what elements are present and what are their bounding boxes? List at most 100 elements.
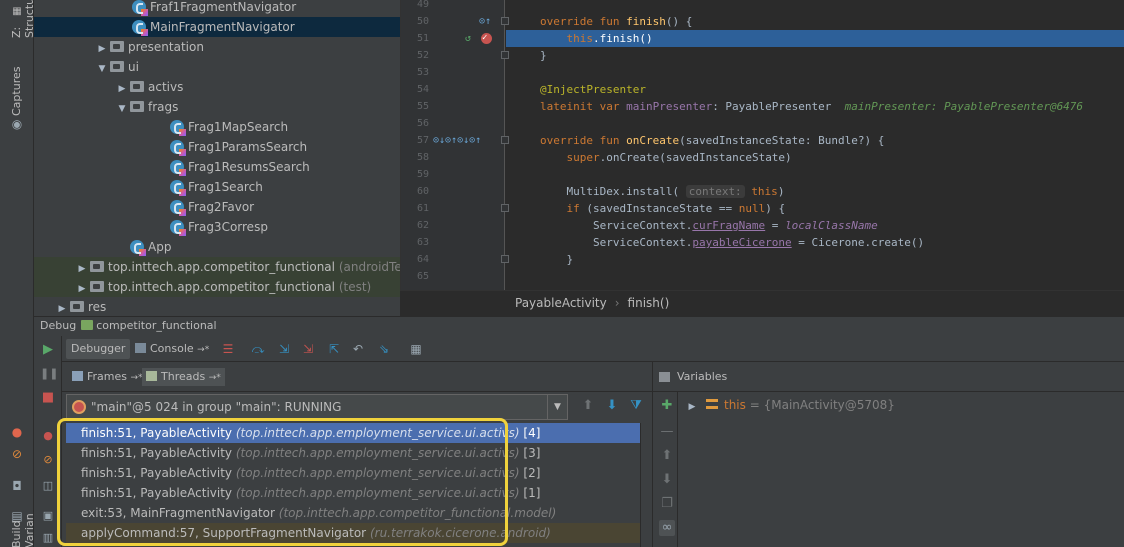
get-thread-dump-icon[interactable]: ◫ (40, 478, 56, 494)
frame-row[interactable]: finish:51, PayableActivity (top.inttech.… (66, 443, 652, 463)
tree-item[interactable]: Frag1ParamsSearch (34, 137, 400, 157)
tab-threads[interactable]: Threads →* (142, 368, 225, 386)
settings-icon[interactable]: ▣ (40, 508, 56, 524)
pause-program-icon[interactable]: ❚❚ (40, 366, 58, 382)
tree-item[interactable]: ▼ frags (34, 97, 400, 117)
run-to-cursor-icon[interactable]: ⇘ (376, 341, 392, 357)
code-line[interactable]: lateinit var mainPresenter: PayablePrese… (506, 98, 1124, 115)
frame-row[interactable]: finish:51, PayableActivity (top.inttech.… (66, 463, 652, 483)
structure-tab[interactable]: Z: Structure (10, 0, 36, 38)
code-line[interactable]: @InjectPresenter (506, 81, 1124, 98)
code-line[interactable]: } (506, 251, 1124, 268)
code-line[interactable]: if (savedInstanceState == null) { (506, 200, 1124, 217)
filter-icon[interactable]: ⧩ (628, 398, 644, 414)
chevron-right-icon[interactable]: ▶ (56, 299, 68, 316)
gutter-row[interactable]: 55 (401, 98, 505, 115)
variables-list[interactable]: ▶ this = {MainActivity@5708} (678, 392, 1124, 547)
frames-scrollbar[interactable] (640, 423, 652, 547)
variable-row[interactable]: ▶ this = {MainActivity@5708} (678, 395, 895, 415)
code-line[interactable] (506, 64, 1124, 81)
new-watch-icon[interactable]: ✚ (659, 398, 675, 414)
camera-icon[interactable]: ◘ (9, 478, 25, 494)
captures-tab[interactable]: Captures (10, 66, 23, 116)
view-breakpoints-icon[interactable]: ● (40, 428, 56, 444)
gutter-row[interactable]: 54 (401, 81, 505, 98)
override-marker-icon[interactable]: ⊙↑ (479, 13, 491, 30)
gutter-row[interactable]: 50 ⊙↑ (401, 13, 509, 30)
move-up-icon[interactable]: ⬆ (659, 448, 675, 464)
gutter-row[interactable]: 52 (401, 47, 509, 64)
expand-arrow-icon[interactable]: ▶ (686, 397, 698, 417)
tree-item[interactable]: ▶ res (34, 297, 400, 316)
tree-item[interactable]: ▶ top.inttech.app.competitor_functional (… (34, 277, 400, 297)
show-watches-icon[interactable]: ∞ (659, 520, 675, 536)
gutter-row[interactable]: 63 (401, 234, 505, 251)
tree-item[interactable]: Frag2Favor (34, 197, 400, 217)
code-line[interactable]: ServiceContext.curFragName = localClassN… (506, 217, 1124, 234)
code-line[interactable] (506, 115, 1124, 132)
tab-frames[interactable]: Frames →* (68, 368, 147, 386)
gutter-row[interactable]: 64 (401, 251, 509, 268)
drop-frame-icon[interactable]: ↶ (350, 341, 366, 357)
tree-item[interactable]: App (34, 237, 400, 257)
frame-up-icon[interactable]: ⬆ (580, 398, 596, 414)
chevron-right-icon[interactable]: ▶ (76, 259, 88, 279)
thread-selector[interactable]: "main"@5 024 in group "main": RUNNING ▼ (66, 394, 568, 420)
chevron-down-icon[interactable]: ▼ (116, 99, 128, 119)
chevron-right-icon[interactable]: ▶ (116, 79, 128, 99)
code-line[interactable]: override fun finish() { (506, 13, 1124, 30)
tree-item[interactable]: ▶ presentation (34, 37, 400, 57)
gutter-row[interactable]: 60 (401, 183, 505, 200)
captures-icon[interactable]: ◉ (9, 116, 25, 132)
tree-item[interactable]: ▼ ui (34, 57, 400, 77)
code-line[interactable]: override fun onCreate(savedInstanceState… (506, 132, 1124, 149)
tab-debugger[interactable]: Debugger (66, 339, 131, 359)
evaluate-expression-icon[interactable]: ▦ (408, 341, 424, 357)
tree-item[interactable]: Frag3Corresp (34, 217, 400, 237)
gutter-row[interactable]: 51 ↺ (401, 30, 505, 47)
code-line[interactable] (506, 268, 1124, 285)
tree-item[interactable]: Frag1ResumsSearch (34, 157, 400, 177)
debug-restart-side-icon[interactable]: ● (9, 424, 25, 440)
breadcrumb-method[interactable]: finish() (628, 296, 670, 310)
code-line[interactable]: super.onCreate(savedInstanceState) (506, 149, 1124, 166)
breadcrumb-class[interactable]: PayableActivity (515, 296, 607, 310)
stop-icon[interactable]: ■ (40, 390, 56, 406)
code-editor[interactable]: 49 50 ⊙↑ 51 ↺ 52 53 54 55 56 57 ⊙↓⊙↑⊙↓⊙↑ 58 59 60 61 62 6… (400, 0, 1124, 290)
tab-console[interactable]: Console →* (130, 339, 214, 359)
tree-item[interactable]: Fraf1FragmentNavigator (34, 0, 400, 17)
step-out-icon[interactable]: ⇱ (326, 341, 342, 357)
code-line[interactable] (506, 0, 1124, 13)
move-down-icon[interactable]: ⬇ (659, 472, 675, 488)
force-step-into-icon[interactable]: ⇲ (300, 341, 316, 357)
tree-item[interactable]: MainFragmentNavigator (34, 17, 400, 37)
resume-program-icon[interactable]: ▶ (40, 342, 56, 358)
mute-breakpoints-icon[interactable]: ⊘ (40, 452, 56, 468)
editor-gutter[interactable]: 49 50 ⊙↑ 51 ↺ 52 53 54 55 56 57 ⊙↓⊙↑⊙↓⊙↑ 58 59 60 61 62 6… (401, 0, 509, 290)
gutter-row[interactable]: 56 (401, 115, 505, 132)
gutter-row[interactable]: 59 (401, 166, 505, 183)
show-execution-point-icon[interactable]: ☰ (220, 341, 236, 357)
frame-row[interactable]: applyCommand:57, SupportFragmentNavigato… (66, 523, 652, 543)
frames-list[interactable]: finish:51, PayableActivity (top.inttech.… (66, 423, 652, 547)
chevron-right-icon[interactable]: ▶ (96, 39, 108, 59)
chevron-down-icon[interactable]: ▼ (547, 395, 567, 419)
chevron-right-icon[interactable]: ▶ (76, 279, 88, 299)
frame-row[interactable]: exit:53, MainFragmentNavigator (top.intt… (66, 503, 652, 523)
mute-breakpoints-side-icon[interactable]: ⊘ (9, 446, 25, 462)
step-over-icon[interactable]: ⤼ (250, 341, 266, 357)
frame-row[interactable]: finish:51, PayableActivity (top.inttech.… (66, 423, 652, 443)
code-line[interactable]: } (506, 47, 1124, 64)
gutter-row[interactable]: 62 (401, 217, 505, 234)
code-line[interactable]: ServiceContext.payableCicerone = Ciceron… (506, 234, 1124, 251)
execution-line[interactable]: this.finish() (506, 30, 1124, 47)
gutter-row[interactable]: 57 ⊙↓⊙↑⊙↓⊙↑ (401, 132, 509, 149)
tree-item[interactable]: ▶ activs (34, 77, 400, 97)
remove-watch-icon[interactable]: — (659, 424, 675, 440)
build-variants-tab[interactable]: Build Variants (10, 514, 36, 547)
step-into-icon[interactable]: ⇲ (276, 341, 292, 357)
tree-item[interactable]: Frag1Search (34, 177, 400, 197)
code-line[interactable]: MultiDex.install( context: this) (506, 183, 1124, 200)
gutter-row[interactable]: 58 (401, 149, 505, 166)
override-markers-icon[interactable]: ⊙↓⊙↑⊙↓⊙↑ (433, 132, 481, 149)
